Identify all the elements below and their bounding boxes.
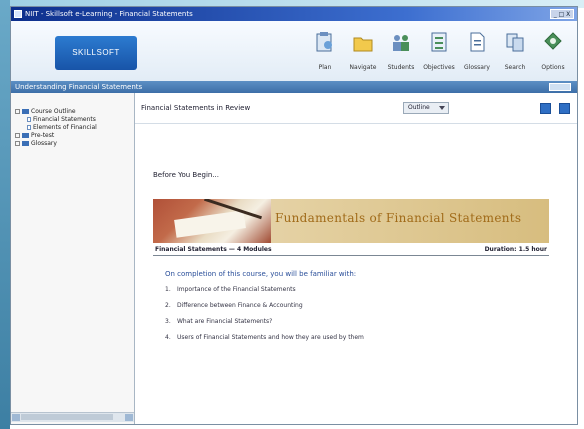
glossary-label: Glossary: [464, 64, 490, 71]
gear-icon: [544, 32, 562, 50]
folder-icon: [22, 141, 29, 146]
view-select[interactable]: Outline: [403, 102, 449, 114]
folder-icon: [22, 109, 29, 114]
list-icon: [431, 32, 447, 52]
tree-root: [15, 99, 132, 108]
options-button[interactable]: Options: [535, 27, 571, 79]
folder-icon: [353, 37, 373, 52]
objectives-label: Objectives: [423, 64, 455, 71]
page-title: Financial Statements in Review: [141, 104, 251, 112]
tree-item-label: Glossary: [31, 140, 57, 147]
glossary-button[interactable]: Glossary: [459, 27, 495, 79]
help-icon[interactable]: [559, 103, 570, 114]
folder-icon: [22, 133, 29, 138]
scrollbar-thumb[interactable]: [21, 414, 113, 420]
plan-icon: [316, 32, 332, 52]
banner-photo: [153, 199, 271, 243]
tree-item-course-outline[interactable]: Course Outline: [15, 108, 132, 116]
course-banner: Fundamentals of Financial Statements: [153, 199, 549, 243]
search-label: Search: [504, 64, 526, 71]
list-item: 1. Importance of the Financial Statements: [165, 286, 364, 302]
breadcrumb: Understanding Financial Statements: [11, 81, 577, 93]
app-header: SKILLSOFT Plan Navigate Students Objecti…: [11, 21, 577, 82]
item-text: Users of Financial Statements and how th…: [177, 334, 364, 341]
item-number: 1.: [165, 286, 171, 293]
main-toolbar: Plan Navigate Students Objectives Glossa…: [305, 27, 571, 79]
collapse-icon[interactable]: [15, 109, 20, 114]
options-label: Options: [541, 64, 565, 71]
chevron-down-icon: [439, 106, 445, 110]
course-info-bar: Financial Statements — 4 Modules Duratio…: [153, 245, 549, 256]
plan-button[interactable]: Plan: [307, 27, 343, 79]
expand-icon[interactable]: [15, 133, 20, 138]
content-header: Financial Statements in Review Outline: [135, 93, 577, 124]
item-text: Difference between Finance & Accounting: [177, 302, 303, 309]
course-duration: Duration: 1.5 hour: [484, 246, 547, 253]
desktop-background-edge: [0, 0, 10, 429]
objectives-button[interactable]: Objectives: [421, 27, 457, 79]
tree-item-pre-test[interactable]: Pre-test: [15, 132, 132, 140]
item-number: 2.: [165, 302, 171, 309]
navigate-button[interactable]: Navigate: [345, 27, 381, 79]
list-item: 2. Difference between Finance & Accountin…: [165, 302, 364, 318]
objectives-heading: On completion of this course, you will b…: [165, 270, 357, 278]
tree-item-label: Course Outline: [31, 108, 76, 115]
banner-title: Fundamentals of Financial Statements: [275, 211, 522, 225]
expand-icon[interactable]: [15, 141, 20, 146]
list-item: 4. Users of Financial Statements and how …: [165, 334, 364, 350]
item-text: What are Financial Statements?: [177, 318, 273, 325]
page-icon: [27, 125, 31, 130]
plan-label: Plan: [318, 64, 332, 71]
course-modules: Financial Statements — 4 Modules: [155, 246, 272, 253]
tree-item-elements-of-financial[interactable]: Elements of Financial: [15, 124, 132, 132]
document-icon: [470, 32, 485, 52]
breadcrumb-text: Understanding Financial Statements: [15, 83, 143, 91]
item-number: 4.: [165, 334, 171, 341]
students-button[interactable]: Students: [383, 27, 419, 79]
item-number: 3.: [165, 318, 171, 325]
search-icon: [506, 33, 524, 52]
page-icon: [27, 117, 31, 122]
tree-item-glossary[interactable]: Glossary: [15, 140, 132, 148]
navigate-label: Navigate: [349, 64, 377, 71]
content-panel: Financial Statements in Review Outline B…: [135, 93, 577, 424]
exit-button[interactable]: [549, 83, 571, 91]
tree-item-label: Financial Statements: [33, 116, 96, 123]
objectives-list: 1. Importance of the Financial Statements…: [165, 286, 364, 350]
list-item: 3. What are Financial Statements?: [165, 318, 364, 334]
window-controls[interactable]: _ □ X: [550, 9, 574, 19]
intro-heading: Before You Begin...: [153, 171, 220, 179]
print-icon[interactable]: [540, 103, 551, 114]
window-titlebar: NIIT - Skillsoft e-Learning - Financial …: [11, 7, 577, 21]
horizontal-scrollbar[interactable]: [11, 412, 134, 422]
students-label: Students: [387, 64, 415, 71]
tree-item-financial-statements[interactable]: Financial Statements: [15, 116, 132, 124]
search-button[interactable]: Search: [497, 27, 533, 79]
app-icon: [14, 10, 22, 18]
tree-item-label: Elements of Financial: [33, 124, 97, 131]
item-text: Importance of the Financial Statements: [177, 286, 296, 293]
brand-logo: SKILLSOFT: [55, 36, 137, 70]
tree-item-label: Pre-test: [31, 132, 55, 139]
people-icon: [393, 35, 409, 51]
app-window: NIIT - Skillsoft e-Learning - Financial …: [10, 6, 578, 425]
scroll-left-icon[interactable]: [12, 414, 20, 421]
scroll-right-icon[interactable]: [125, 414, 133, 421]
view-select-value: Outline: [408, 104, 430, 111]
banner-paper: [174, 210, 246, 238]
window-title: NIIT - Skillsoft e-Learning - Financial …: [25, 10, 193, 18]
course-tree: Course Outline Financial Statements Elem…: [15, 99, 132, 148]
course-tree-panel: Course Outline Financial Statements Elem…: [11, 93, 135, 424]
